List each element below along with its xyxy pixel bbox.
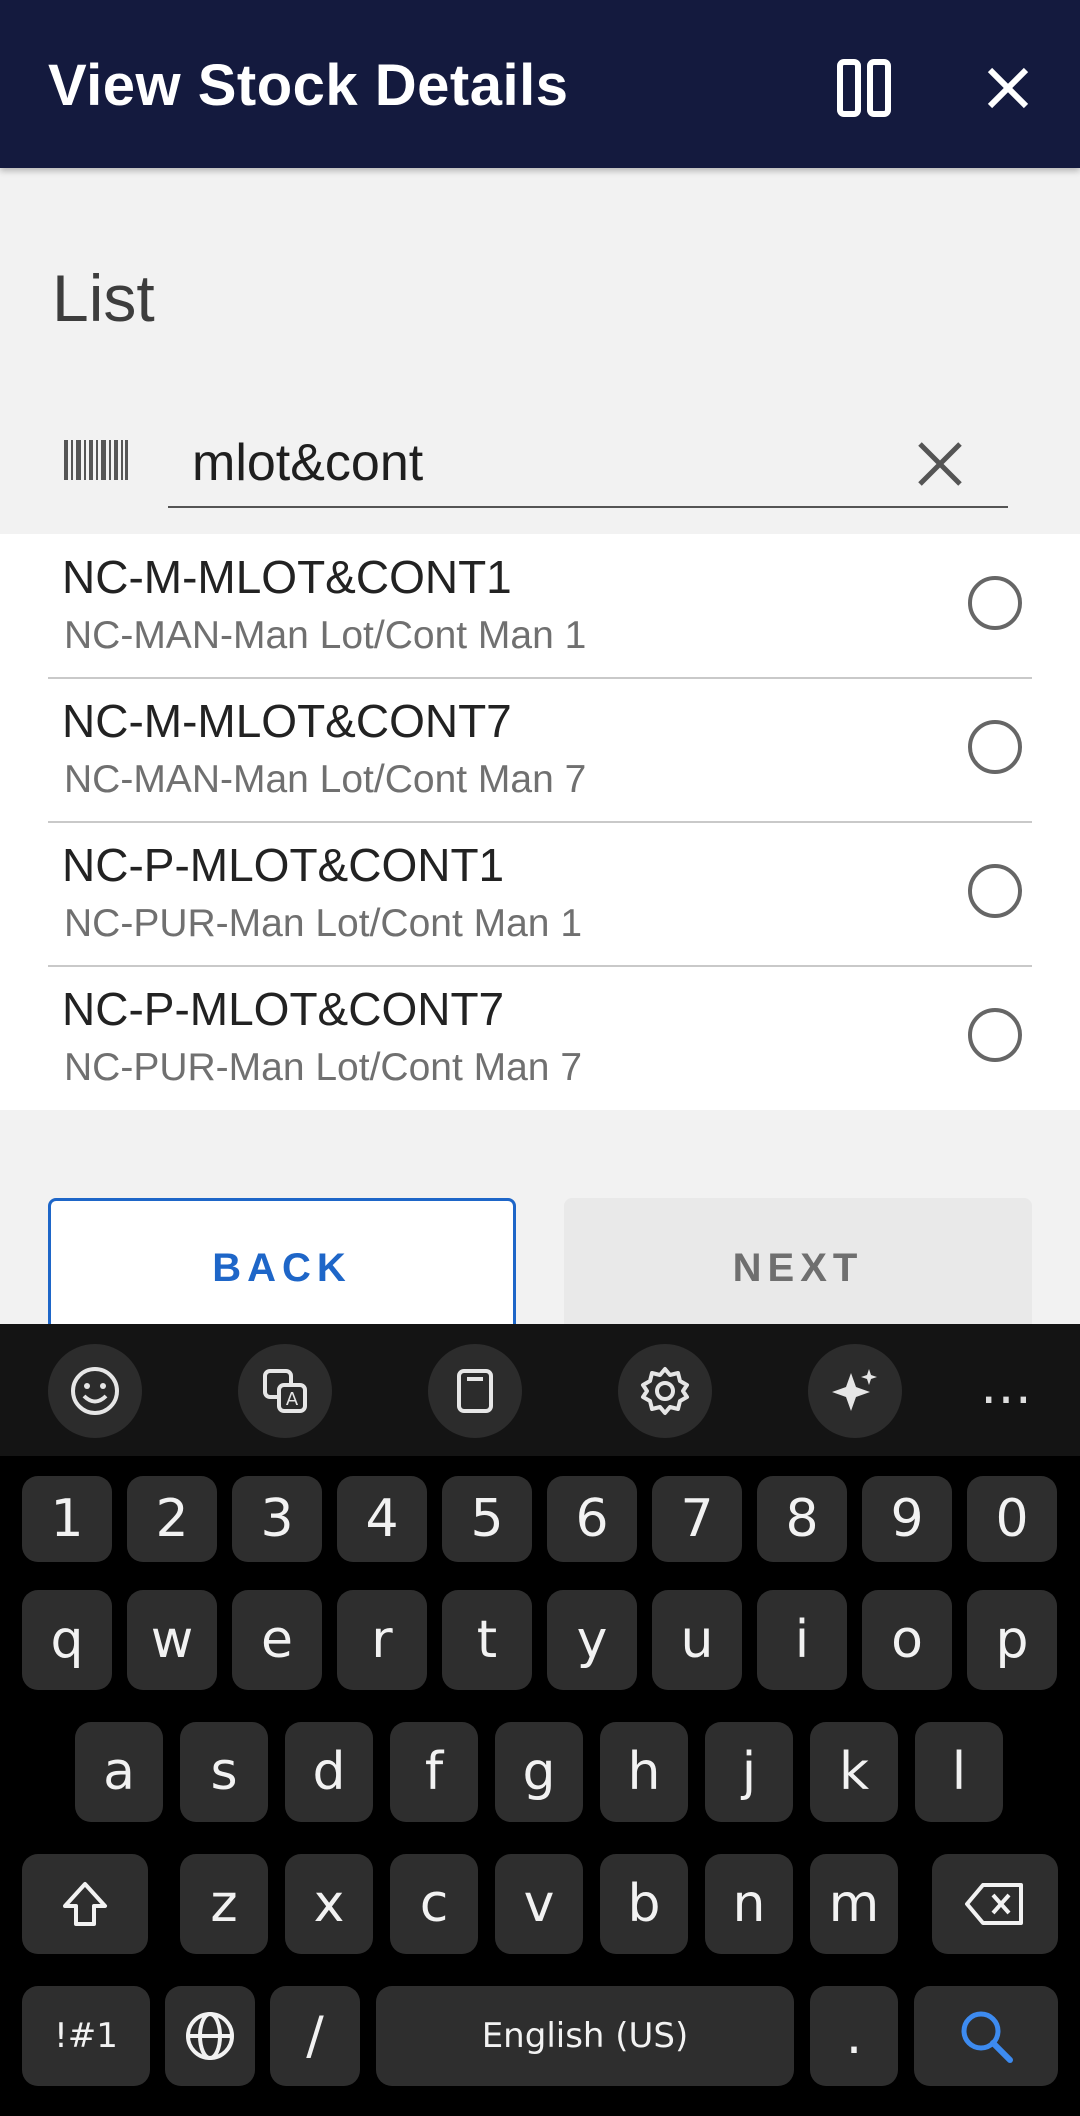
radio-button[interactable] (968, 720, 1022, 774)
svg-text:A: A (286, 1389, 299, 1410)
language-key[interactable] (165, 1986, 255, 2086)
key-8[interactable]: 8 (757, 1476, 847, 1562)
key-j[interactable]: j (705, 1722, 793, 1822)
search-key[interactable] (914, 1986, 1058, 2086)
keyboard-toolbar: A … (0, 1324, 1080, 1456)
item-code: NC-P-MLOT&CONT7 (62, 983, 505, 1035)
backspace-key[interactable] (932, 1854, 1058, 1954)
key-g[interactable]: g (495, 1722, 583, 1822)
item-code: NC-M-MLOT&CONT1 (62, 551, 512, 603)
key-5[interactable]: 5 (442, 1476, 532, 1562)
key-d[interactable]: d (285, 1722, 373, 1822)
item-description: NC-MAN-Man Lot/Cont Man 1 (64, 614, 587, 657)
search-field (168, 420, 1008, 508)
item-code: NC-M-MLOT&CONT7 (62, 695, 512, 747)
list-item[interactable]: NC-M-MLOT&CONT7 NC-MAN-Man Lot/Cont Man … (48, 678, 1032, 823)
key-h[interactable]: h (600, 1722, 688, 1822)
page-title: View Stock Details (48, 53, 569, 118)
key-r[interactable]: r (337, 1590, 427, 1690)
item-description: NC-PUR-Man Lot/Cont Man 7 (64, 1046, 583, 1089)
list-item[interactable]: NC-P-MLOT&CONT1 NC-PUR-Man Lot/Cont Man … (48, 822, 1032, 967)
item-description: NC-MAN-Man Lot/Cont Man 7 (64, 758, 587, 801)
close-icon[interactable] (968, 48, 1048, 128)
shift-icon (63, 1882, 107, 1926)
back-button[interactable]: BACK (48, 1198, 516, 1338)
key-w[interactable]: w (127, 1590, 217, 1690)
key-c[interactable]: c (390, 1854, 478, 1954)
more-icon[interactable]: … (980, 1360, 1032, 1412)
key-6[interactable]: 6 (547, 1476, 637, 1562)
clear-search-icon[interactable] (912, 436, 968, 492)
key-0[interactable]: 0 (967, 1476, 1057, 1562)
key-3[interactable]: 3 (232, 1476, 322, 1562)
key-9[interactable]: 9 (862, 1476, 952, 1562)
key-1[interactable]: 1 (22, 1476, 112, 1562)
globe-icon (186, 2012, 234, 2060)
key-n[interactable]: n (705, 1854, 793, 1954)
ai-sparkle-icon[interactable] (808, 1344, 902, 1438)
key-y[interactable]: y (547, 1590, 637, 1690)
key-l[interactable]: l (915, 1722, 1003, 1822)
item-code: NC-P-MLOT&CONT1 (62, 839, 505, 891)
barcode-icon[interactable] (64, 440, 128, 480)
list-item[interactable]: NC-P-MLOT&CONT7 NC-PUR-Man Lot/Cont Man … (48, 966, 1032, 1109)
space-key[interactable]: English (US) (376, 1986, 794, 2086)
list-heading: List (52, 261, 155, 335)
key-z[interactable]: z (180, 1854, 268, 1954)
backspace-icon (965, 1883, 1023, 1925)
radio-button[interactable] (968, 576, 1022, 630)
key-4[interactable]: 4 (337, 1476, 427, 1562)
settings-icon[interactable] (618, 1344, 712, 1438)
key-b[interactable]: b (600, 1854, 688, 1954)
key-q[interactable]: q (22, 1590, 112, 1690)
key-f[interactable]: f (390, 1722, 478, 1822)
key-s[interactable]: s (180, 1722, 268, 1822)
translate-icon[interactable]: A (238, 1344, 332, 1438)
key-p[interactable]: p (967, 1590, 1057, 1690)
key-o[interactable]: o (862, 1590, 952, 1690)
key-m[interactable]: m (810, 1854, 898, 1954)
key-i[interactable]: i (757, 1590, 847, 1690)
shift-key[interactable] (22, 1854, 148, 1954)
search-icon (961, 2011, 1013, 2063)
on-screen-keyboard: A … 1 2 3 4 5 6 7 8 9 0 q w e r t y u i … (0, 1324, 1080, 2116)
key-v[interactable]: v (495, 1854, 583, 1954)
split-view-icon[interactable] (824, 48, 904, 128)
item-description: NC-PUR-Man Lot/Cont Man 1 (64, 902, 583, 945)
next-button[interactable]: NEXT (564, 1198, 1032, 1338)
key-7[interactable]: 7 (652, 1476, 742, 1562)
clipboard-icon[interactable] (428, 1344, 522, 1438)
radio-button[interactable] (968, 1008, 1022, 1062)
app-header: View Stock Details (0, 0, 1080, 168)
key-u[interactable]: u (652, 1590, 742, 1690)
key-slash[interactable]: / (270, 1986, 360, 2086)
key-2[interactable]: 2 (127, 1476, 217, 1562)
symbols-key[interactable]: !#1 (22, 1986, 150, 2086)
key-k[interactable]: k (810, 1722, 898, 1822)
results-list: NC-M-MLOT&CONT1 NC-MAN-Man Lot/Cont Man … (0, 534, 1080, 1110)
key-t[interactable]: t (442, 1590, 532, 1690)
list-item[interactable]: NC-M-MLOT&CONT1 NC-MAN-Man Lot/Cont Man … (48, 534, 1032, 679)
key-e[interactable]: e (232, 1590, 322, 1690)
key-x[interactable]: x (285, 1854, 373, 1954)
emoji-icon[interactable] (48, 1344, 142, 1438)
key-period[interactable]: . (810, 1986, 898, 2086)
search-input[interactable] (192, 430, 892, 496)
radio-button[interactable] (968, 864, 1022, 918)
key-a[interactable]: a (75, 1722, 163, 1822)
